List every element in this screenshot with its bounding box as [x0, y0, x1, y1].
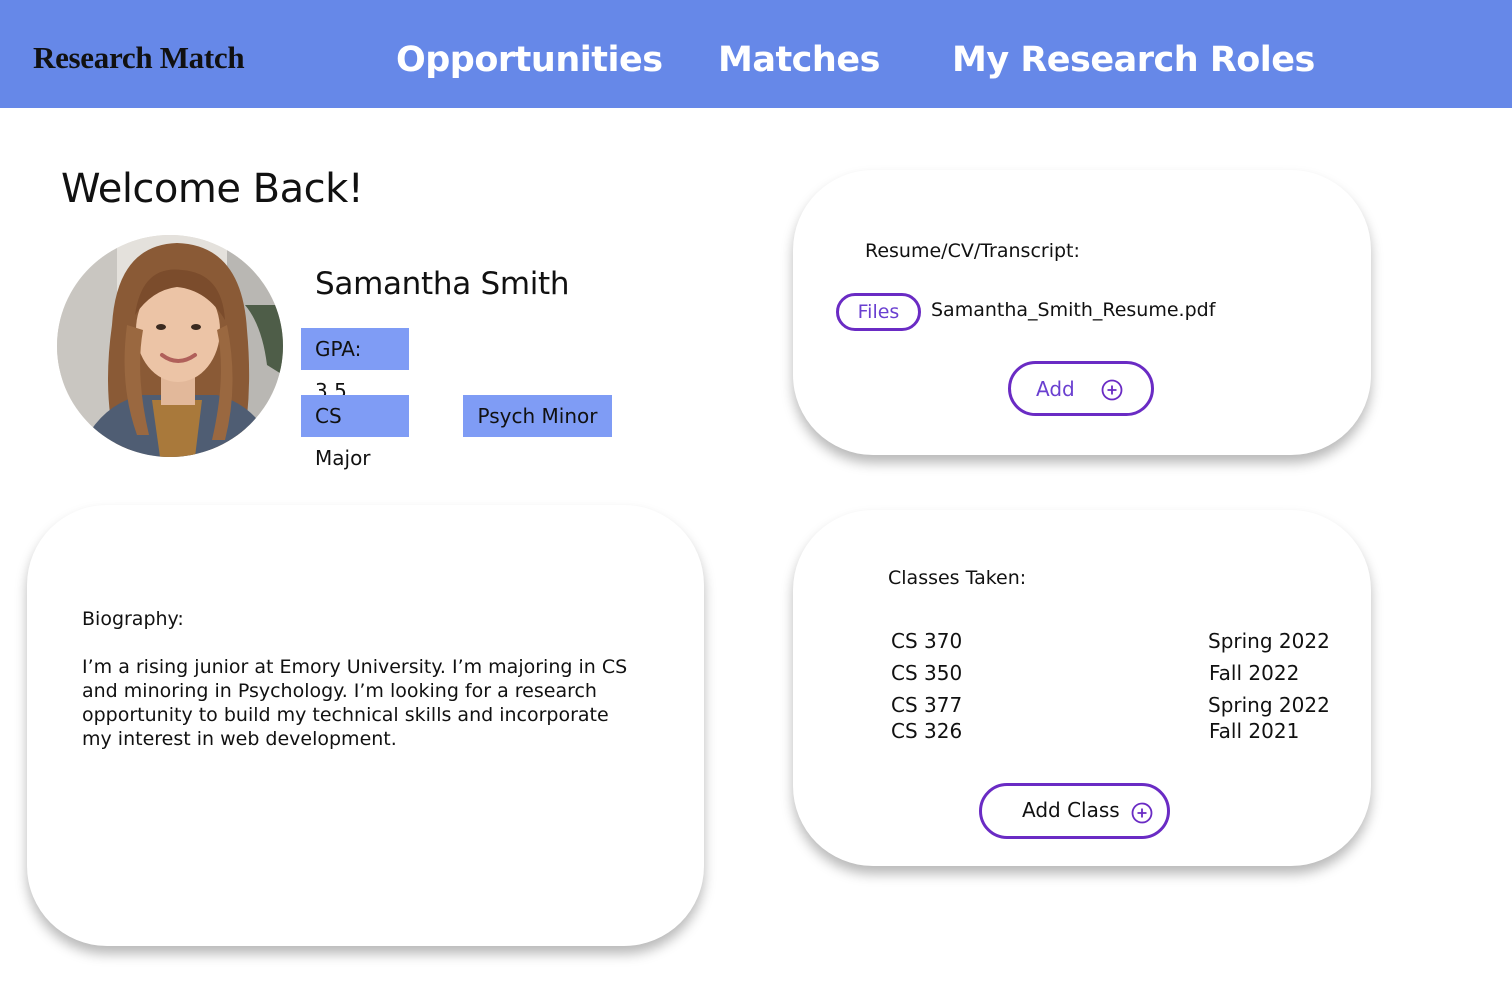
avatar [57, 235, 283, 457]
add-document-label: Add [1036, 377, 1075, 401]
class-course: CS 326 [891, 719, 963, 743]
class-course: CS 350 [891, 661, 963, 685]
nav-my-research-roles[interactable]: My Research Roles [952, 40, 1315, 80]
files-button[interactable]: Files [836, 293, 921, 331]
add-document-button[interactable]: Add [1008, 361, 1154, 416]
minor-badge: Psych Minor [463, 395, 612, 437]
student-name: Samantha Smith [315, 266, 570, 302]
class-course: CS 370 [891, 629, 963, 653]
class-term: Spring 2022 [1208, 693, 1330, 717]
biography-text: I’m a rising junior at Emory University.… [82, 656, 628, 750]
top-nav-bar: Research Match Opportunities Matches My … [0, 0, 1512, 108]
plus-circle-icon [1101, 379, 1123, 401]
add-class-button[interactable]: Add Class [979, 783, 1170, 839]
welcome-heading: Welcome Back! [61, 166, 364, 212]
profile-photo [57, 235, 283, 457]
classes-label: Classes Taken: [888, 567, 1027, 589]
plus-circle-icon [1131, 802, 1153, 824]
nav-opportunities[interactable]: Opportunities [396, 40, 663, 80]
nav-matches[interactable]: Matches [718, 40, 880, 80]
add-class-label: Add Class [1022, 798, 1120, 822]
class-term: Spring 2022 [1208, 629, 1330, 653]
major-badge: CS Major [301, 395, 409, 470]
class-course: CS 377 [891, 693, 963, 717]
resume-file-link[interactable]: Samantha_Smith_Resume.pdf [931, 299, 1215, 321]
class-term: Fall 2022 [1209, 661, 1300, 685]
brand-logo[interactable]: Research Match [33, 40, 245, 76]
class-term: Fall 2021 [1209, 719, 1300, 743]
gpa-badge: GPA: 3.5 [301, 328, 409, 403]
documents-label: Resume/CV/Transcript: [865, 240, 1080, 262]
biography-label: Biography: [82, 608, 184, 630]
